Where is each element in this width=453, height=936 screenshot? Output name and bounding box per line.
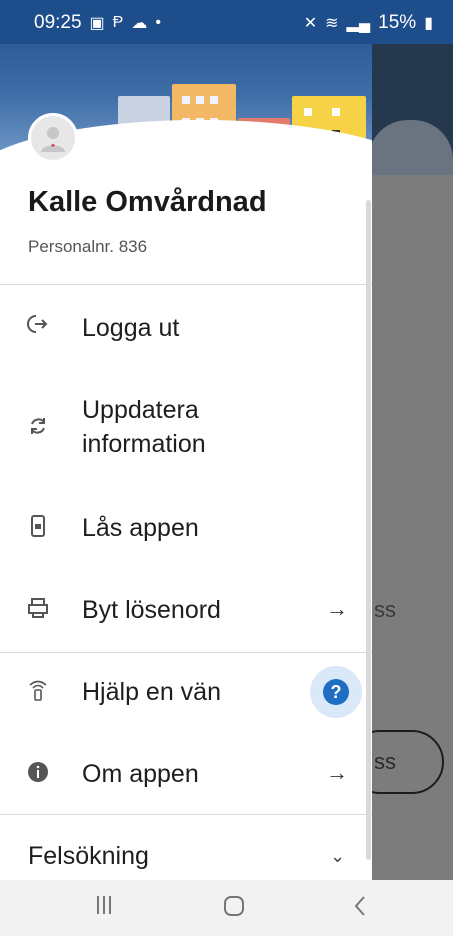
background-app[interactable]: ss ss [348, 0, 453, 880]
divider [0, 284, 372, 285]
recent-apps-button[interactable] [96, 894, 112, 923]
system-navigation-bar [0, 880, 453, 936]
logout-icon [26, 312, 50, 336]
help-button[interactable]: ? [310, 666, 362, 718]
divider [0, 814, 372, 815]
avatar[interactable] [28, 113, 78, 163]
chevron-down-icon[interactable]: ⌄ [330, 846, 345, 867]
wifi-phone-icon [26, 678, 50, 702]
dot-icon: • [155, 14, 161, 31]
menu-item-lock-app[interactable]: Lås appen [0, 508, 366, 548]
status-bar: 09:25 ▣ Ᵽ ☁ • ✕ ≋ ▂▄ 15% ▮ [0, 0, 453, 44]
menu-label-help-friend: Hjälp en vän [82, 678, 221, 706]
menu-label-change-password: Byt lösenord [82, 596, 221, 624]
mute-icon: ✕ [303, 15, 318, 32]
status-left: 09:25 ▣ Ᵽ ☁ • [34, 12, 161, 34]
arrow-right-icon: → [326, 760, 348, 785]
signal-icon: ▂▄ [346, 15, 371, 32]
background-text-2: ss [374, 749, 396, 774]
menu-label-about-app: Om appen [82, 760, 199, 788]
background-cloud [368, 120, 453, 175]
troubleshooting-section[interactable]: Felsökning [28, 842, 149, 871]
menu-item-refresh[interactable]: Uppdatera information [0, 392, 366, 464]
refresh-icon [26, 414, 50, 438]
background-text-1: ss [374, 597, 396, 622]
user-id: Personalnr. 836 [28, 237, 148, 256]
arrow-right-icon: → [326, 596, 348, 621]
divider [0, 652, 372, 653]
cloud-icon: ☁ [131, 15, 148, 32]
drawer-scrollbar[interactable] [366, 200, 371, 860]
back-button[interactable] [352, 894, 368, 925]
status-right: ✕ ≋ ▂▄ 15% ▮ [304, 12, 433, 34]
menu-label-lock-app: Lås appen [82, 514, 199, 542]
navigation-drawer: Kalle Omvårdnad Personalnr. 836 Logga ut… [0, 0, 372, 880]
home-button[interactable] [222, 894, 246, 925]
menu-item-change-password[interactable]: Byt lösenord → [0, 590, 366, 630]
person-icon [41, 127, 65, 152]
question-icon: ? [323, 679, 349, 705]
menu-label-logout: Logga ut [82, 314, 180, 342]
menu-item-about-app[interactable]: Om appen → [0, 754, 366, 794]
phone-screen: ss ss 09:25 ▣ Ᵽ ☁ • ✕ ≋ ▂▄ 15% ▮ Kalle O… [0, 0, 453, 936]
menu-item-help-friend[interactable]: Hjälp en vän ? [0, 666, 366, 718]
gallery-icon: ▣ [89, 15, 105, 32]
menu-label-refresh-line2: information [82, 430, 206, 458]
status-time: 09:25 [34, 12, 82, 33]
wifi-icon: ≋ [325, 15, 339, 32]
lock-phone-icon [26, 514, 50, 538]
keyboard-icon [26, 596, 50, 620]
parking-icon: Ᵽ [112, 14, 124, 31]
menu-label-refresh-line1: Uppdatera [82, 396, 199, 424]
info-icon [26, 760, 50, 784]
user-name: Kalle Omvårdnad [28, 186, 267, 218]
battery-percent: 15% [378, 12, 417, 33]
menu-item-logout[interactable]: Logga ut [0, 308, 366, 348]
battery-icon: ▮ [424, 15, 433, 32]
